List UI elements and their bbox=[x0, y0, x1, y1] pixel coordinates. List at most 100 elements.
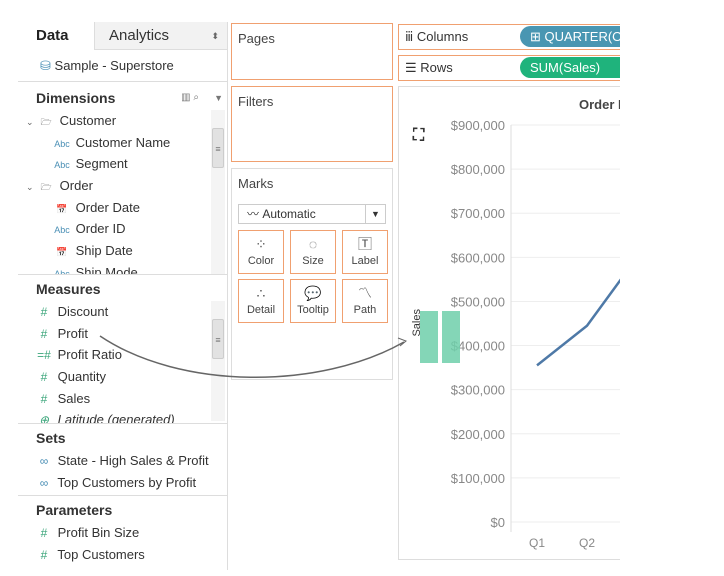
columns-label: Columns bbox=[416, 29, 469, 44]
tab-analytics-label: Analytics bbox=[109, 27, 170, 44]
y-tick-label: $700,000 bbox=[451, 206, 505, 221]
calendar-icon: 📅 bbox=[56, 247, 68, 258]
dimension-item[interactable]: 📅 Order Date bbox=[18, 197, 227, 219]
y-tick-label: $300,000 bbox=[451, 383, 505, 398]
measure-item[interactable]: ⊕ Latitude (generated) bbox=[18, 409, 227, 423]
marks-card-label: Label bbox=[351, 255, 379, 267]
number-icon: # bbox=[40, 370, 48, 385]
field-label: Customer bbox=[59, 113, 117, 128]
dimension-item[interactable]: Abc Order ID bbox=[18, 218, 227, 240]
measure-item[interactable]: # Profit bbox=[18, 323, 227, 345]
x-tick-label: Q1 bbox=[529, 536, 545, 550]
view-list-icon[interactable]: ▥ ⌕ bbox=[181, 86, 199, 110]
set-icon: ∞ bbox=[39, 454, 49, 468]
field-label: Top Customers by Profit bbox=[57, 474, 197, 490]
parameter-item[interactable]: # Profit Bin Size bbox=[18, 522, 227, 544]
tab-data[interactable]: Data bbox=[18, 22, 94, 50]
number-icon: # bbox=[40, 391, 48, 406]
pages-shelf[interactable]: Pages bbox=[231, 23, 393, 80]
color-icon: ⁘ bbox=[255, 236, 267, 252]
y-tick-label: $0 bbox=[491, 515, 505, 530]
sets-list: ∞ State - High Sales & Profit ∞ Top Custo… bbox=[18, 450, 227, 493]
view-area: Order D ⛶ $0$100,000$200,000$300,000$400… bbox=[398, 86, 620, 560]
y-tick-label: $600,000 bbox=[451, 250, 505, 265]
dimensions-list: ≡ ⌄ 🗁 Customer Abc Customer Name Abc Segme… bbox=[18, 110, 227, 274]
field-label: Order Date bbox=[75, 199, 140, 215]
detail-icon: ∴ bbox=[256, 285, 266, 301]
y-tick-label: $200,000 bbox=[451, 427, 505, 442]
y-tick-label: $500,000 bbox=[451, 294, 505, 309]
rows-label: Rows bbox=[420, 60, 453, 75]
marks-label-button[interactable]: 🅃 Label bbox=[342, 230, 388, 274]
rows-icon: ☰ bbox=[405, 60, 417, 75]
dimension-item[interactable]: 📅 Ship Date bbox=[18, 240, 227, 262]
dimension-item[interactable]: Abc Ship Mode bbox=[18, 262, 227, 274]
field-label: Sales bbox=[57, 390, 91, 406]
field-label: Discount bbox=[57, 304, 109, 319]
path-icon: 〽 bbox=[358, 285, 372, 301]
filters-shelf[interactable]: Filters bbox=[231, 86, 393, 162]
dimension-item[interactable]: Abc Segment bbox=[18, 153, 227, 175]
chevron-down-icon: ⌄ bbox=[26, 117, 37, 127]
marks-label: Marks bbox=[238, 176, 274, 191]
field-label: Profit Bin Size bbox=[57, 525, 140, 541]
y-tick-label: $800,000 bbox=[451, 162, 505, 177]
y-tick-label: $900,000 bbox=[451, 118, 505, 133]
datasource[interactable]: ⛁ Sample - Superstore bbox=[18, 50, 227, 82]
database-icon: ⛁ bbox=[40, 58, 51, 73]
field-label: Quantity bbox=[57, 369, 107, 385]
sort-arrows-icon: ⬍ bbox=[211, 31, 219, 41]
abc-icon: Abc bbox=[54, 268, 70, 274]
parameter-item[interactable]: # Top Customers bbox=[18, 544, 227, 566]
label-icon: 🅃 bbox=[358, 236, 372, 252]
parameters-heading: Parameters bbox=[36, 502, 113, 519]
field-label: Order ID bbox=[75, 221, 126, 237]
marks-card-label: Path bbox=[353, 304, 377, 316]
field-label: Top Customers bbox=[57, 547, 145, 563]
measure-item[interactable]: # Sales bbox=[18, 388, 227, 410]
marks-tooltip-button[interactable]: 💬 Tooltip bbox=[290, 279, 336, 323]
line-icon: 〰 bbox=[247, 207, 260, 221]
x-tick-label: Q2 bbox=[579, 536, 595, 550]
field-label: Profit bbox=[57, 325, 88, 341]
set-item[interactable]: ∞ State - High Sales & Profit bbox=[18, 450, 227, 472]
dimension-item[interactable]: Abc Customer Name bbox=[18, 132, 227, 154]
field-label: Latitude (generated) bbox=[57, 412, 175, 423]
sum-sales-pill[interactable]: SUM(Sales) bbox=[520, 57, 620, 78]
mark-type-dropdown[interactable]: 〰 Automatic ▼ bbox=[238, 204, 386, 224]
measure-item[interactable]: # Discount bbox=[18, 301, 227, 323]
dropdown-icon[interactable]: ▼ bbox=[214, 86, 223, 110]
set-icon: ∞ bbox=[39, 475, 49, 490]
abc-icon: Abc bbox=[54, 225, 70, 236]
chevron-down-icon: ⌄ bbox=[26, 182, 37, 193]
globe-icon: ⊕ bbox=[38, 413, 50, 423]
dimension-item[interactable]: ⌄ 🗁 Customer bbox=[18, 110, 227, 132]
datasource-name: Sample - Superstore bbox=[54, 58, 174, 73]
marks-card-label: Color bbox=[247, 255, 275, 267]
number-icon: # bbox=[40, 305, 48, 319]
quarter-pill[interactable]: ⊞ QUARTER(O bbox=[520, 26, 620, 47]
field-label: Customer Name bbox=[75, 134, 171, 150]
tooltip-icon: 💬 bbox=[304, 285, 322, 301]
drag-ghost-label: Sales bbox=[411, 309, 423, 337]
drag-ghost-bar bbox=[442, 311, 460, 363]
set-item[interactable]: ∞ Top Customers by Profit bbox=[18, 472, 227, 494]
columns-icon: ⅲ bbox=[405, 29, 414, 44]
number-icon: # bbox=[40, 526, 48, 541]
marks-size-button[interactable]: ◌ Size bbox=[290, 230, 336, 274]
marks-path-button[interactable]: 〽 Path bbox=[342, 279, 388, 323]
marks-card-label: Tooltip bbox=[297, 304, 329, 316]
folder-icon: 🗁 bbox=[40, 117, 52, 127]
marks-color-button[interactable]: ⁘ Color bbox=[238, 230, 284, 274]
dimension-item[interactable]: ⌄ 🗁 Order bbox=[18, 175, 227, 197]
mark-type-value: Automatic bbox=[262, 207, 316, 221]
measure-item[interactable]: # Quantity bbox=[18, 366, 227, 388]
tab-analytics[interactable]: Analytics ⬍ bbox=[94, 22, 227, 50]
number-icon: # bbox=[40, 326, 48, 341]
measure-item[interactable]: =# Profit Ratio bbox=[18, 344, 227, 366]
marks-detail-button[interactable]: ∴ Detail bbox=[238, 279, 284, 323]
field-label: Ship Mode bbox=[75, 264, 138, 274]
field-label: Profit Ratio bbox=[57, 347, 122, 363]
abc-icon: Abc bbox=[54, 138, 70, 149]
y-tick-label: $100,000 bbox=[451, 471, 505, 486]
